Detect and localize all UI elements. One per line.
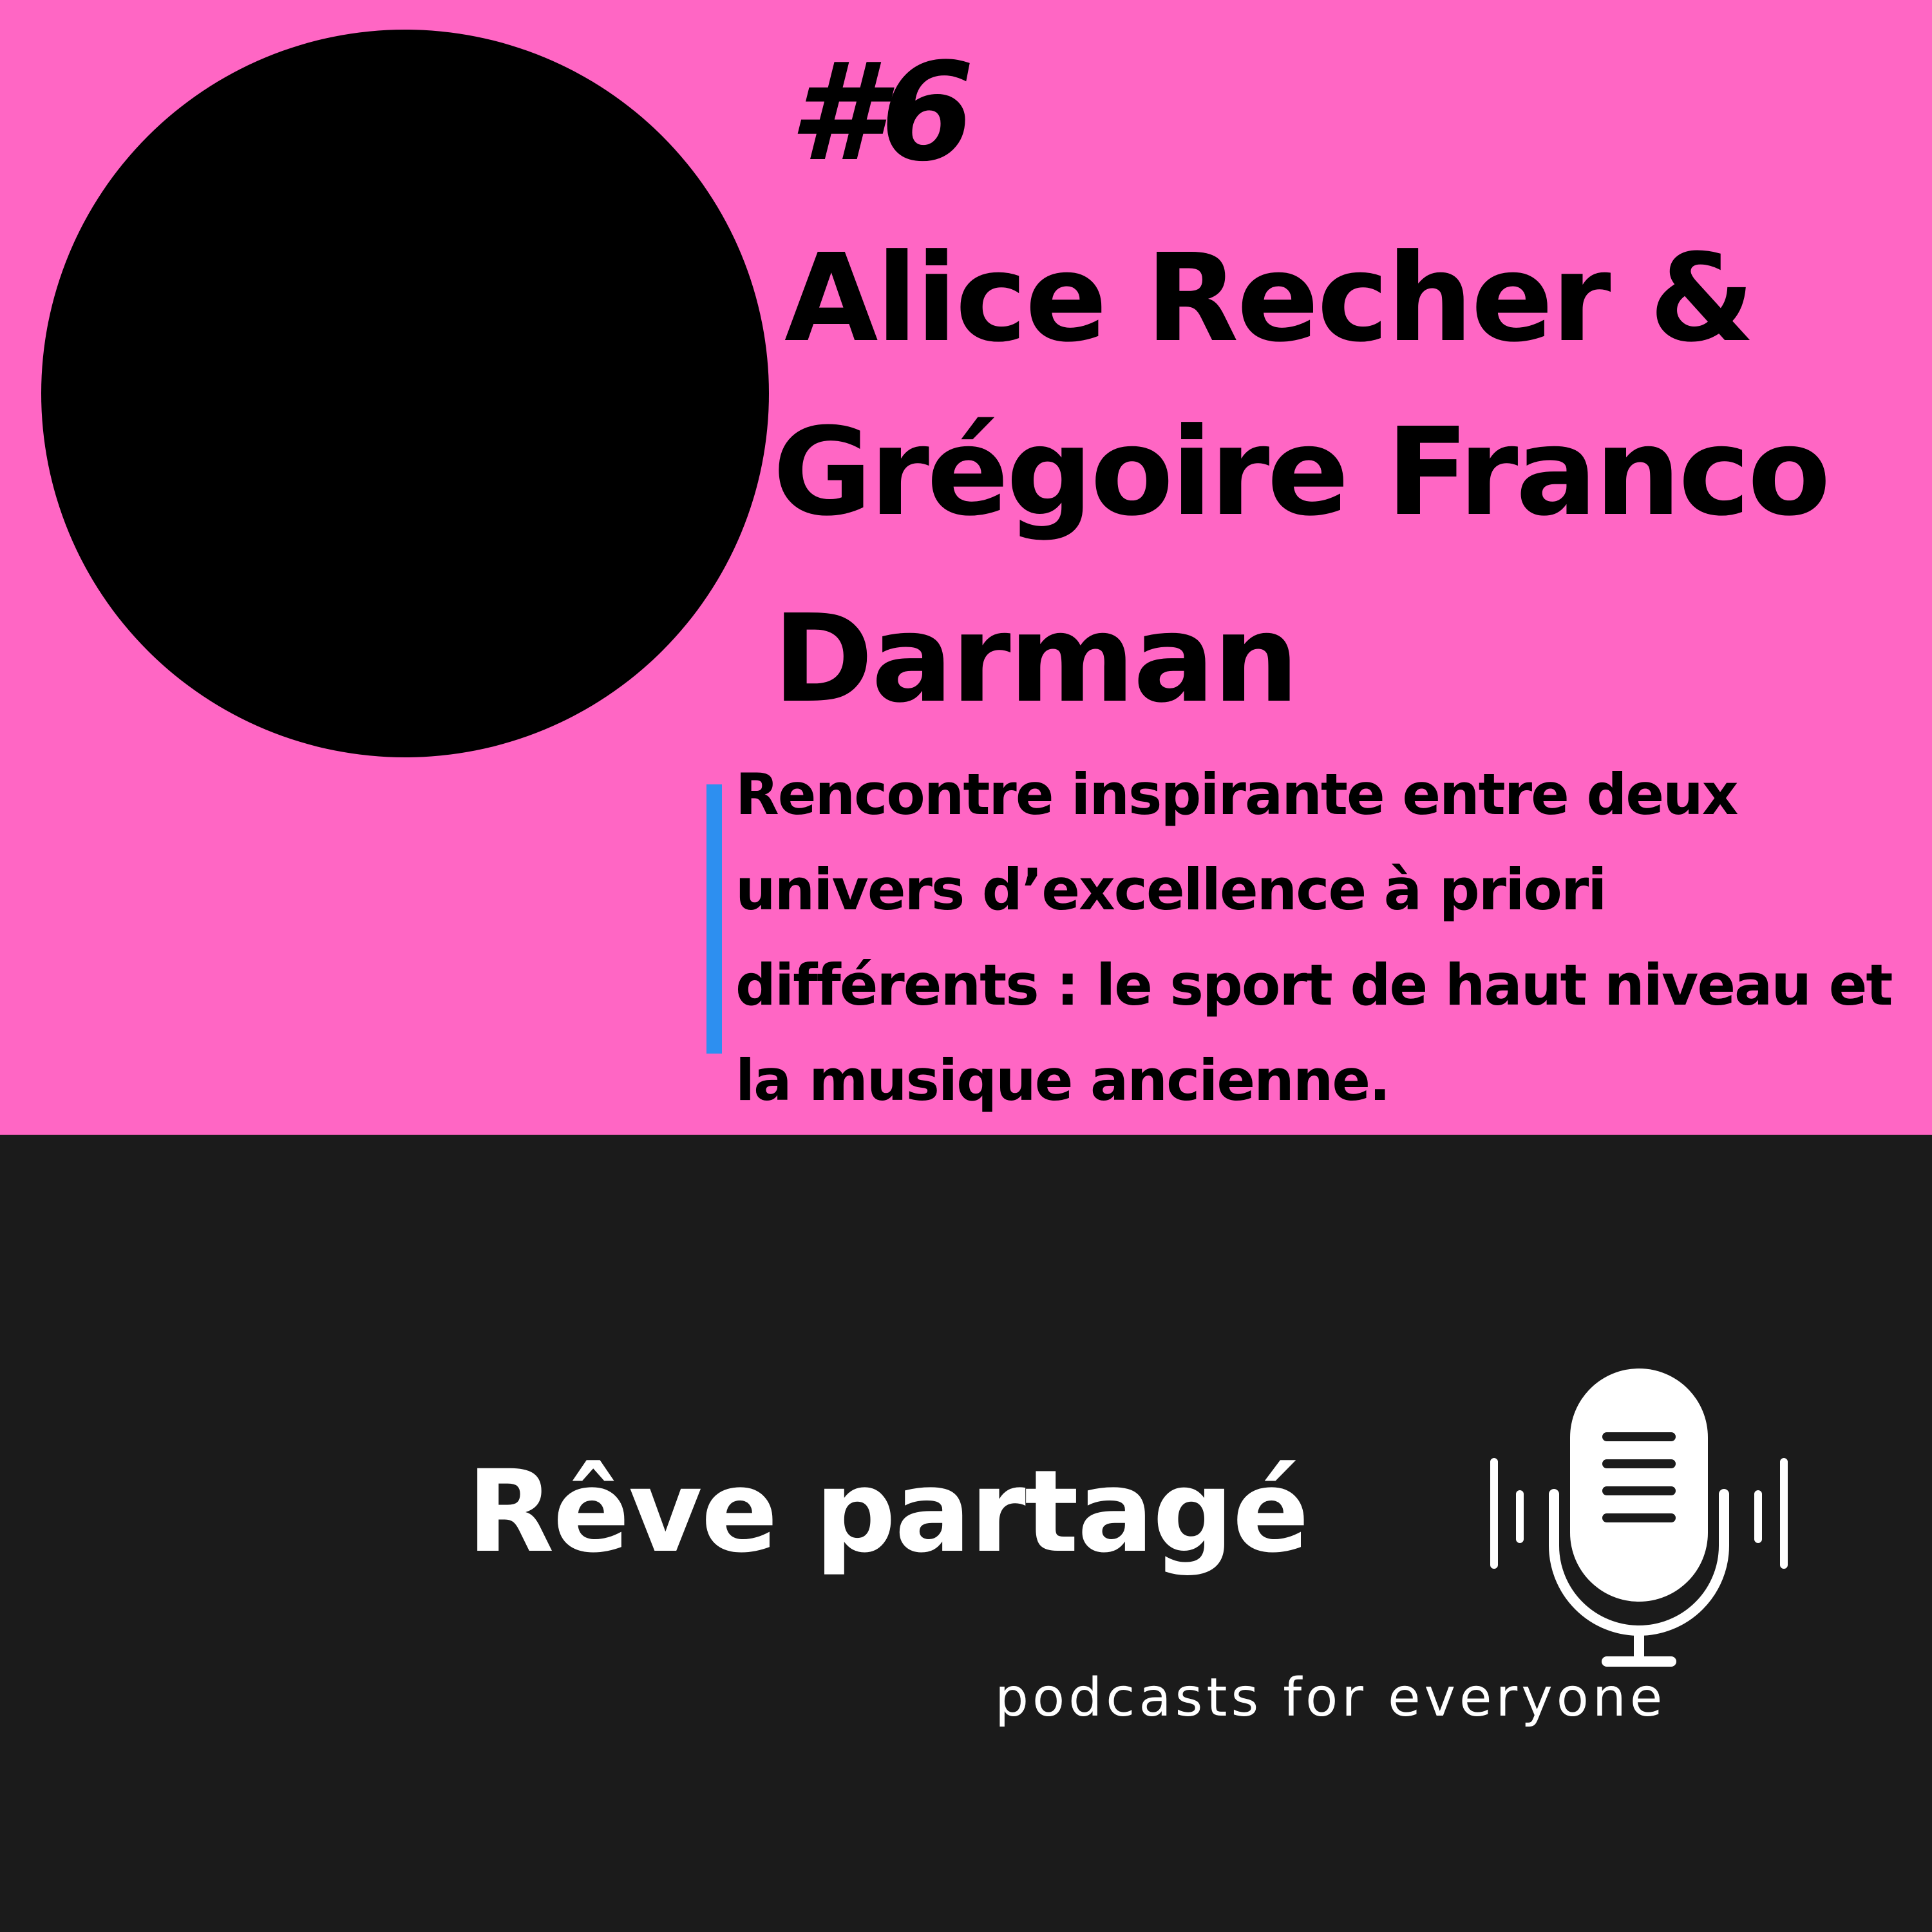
guest-photo-circle (41, 30, 769, 757)
description-accent-bar (706, 784, 722, 1054)
episode-number: #6 (789, 33, 974, 191)
guest-names-line-3: Darman (773, 589, 1299, 730)
guest-names-line-2: Grégoire Franco (773, 402, 1831, 543)
podcast-name: Rêve partagé (467, 1446, 1309, 1578)
guest-names-line-1: Alice Recher & (784, 228, 1755, 369)
microphone-icon (1490, 1368, 1788, 1667)
cover-top-panel: #6 Alice Recher & Grégoire Franco Darman… (0, 0, 1932, 1135)
podcast-tagline: podcasts for everyone (995, 1667, 1667, 1728)
episode-description: Rencontre inspirante entre deux univers … (735, 761, 1893, 1113)
